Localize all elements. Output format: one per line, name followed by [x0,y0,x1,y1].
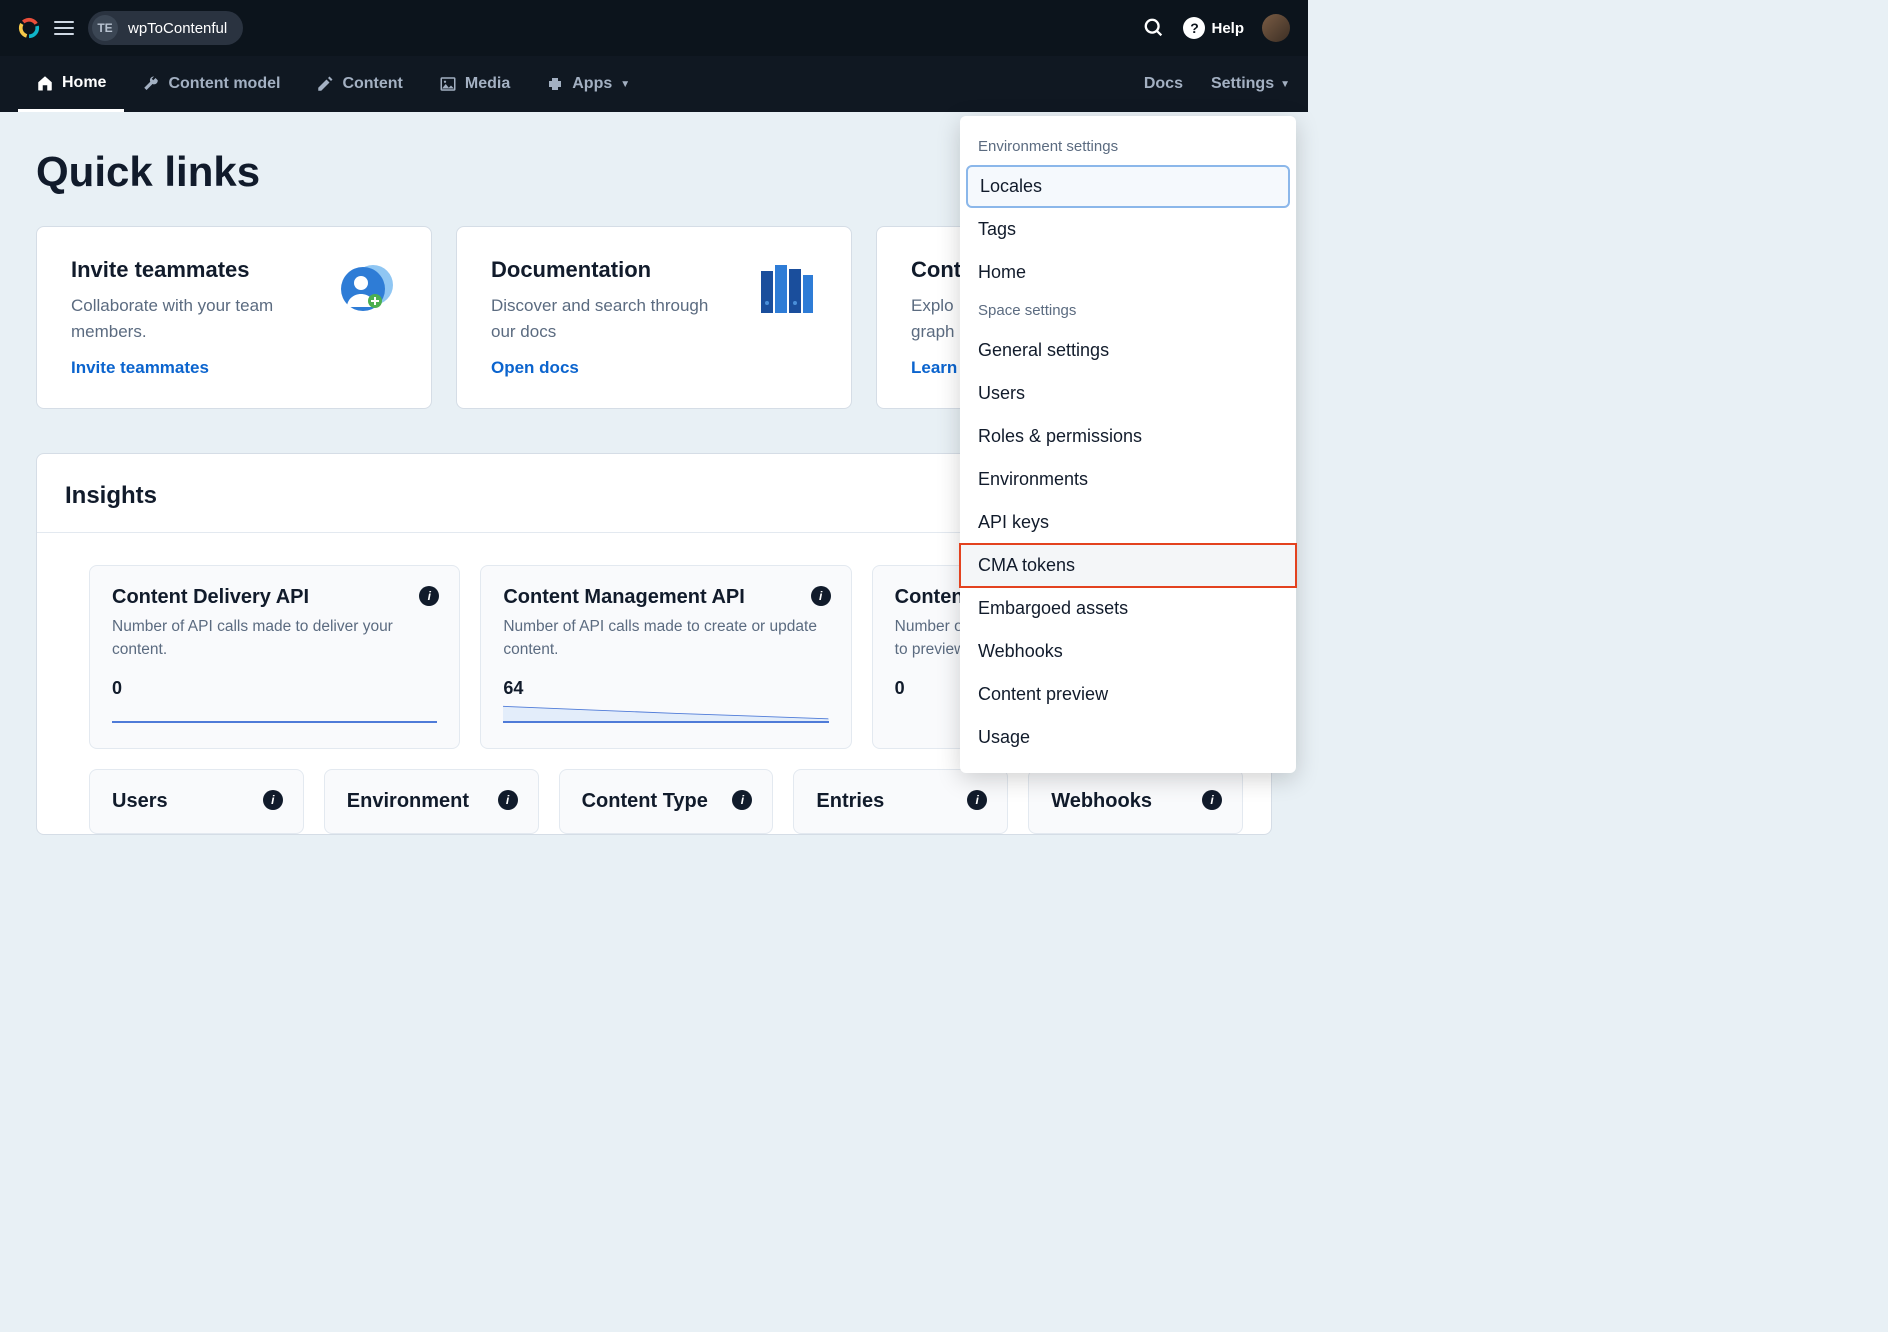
metric-webhooks: i Webhooks [1028,769,1243,834]
teammates-icon [333,257,397,321]
pen-icon [316,75,334,93]
metric-title: Users [112,790,281,813]
dropdown-item-cma-tokens[interactable]: CMA tokens [960,544,1296,587]
dropdown-item-embargoed[interactable]: Embargoed assets [960,587,1296,630]
metric-title: Content Type [582,790,751,813]
wrench-icon [142,75,160,93]
metric-title: Environment [347,790,516,813]
help-button[interactable]: ? Help [1183,17,1244,39]
dropdown-section-env: Environment settings [960,130,1296,165]
docs-label: Docs [1144,75,1183,93]
sparkline [503,705,828,723]
dropdown-item-usage[interactable]: Usage [960,716,1296,759]
nav-docs[interactable]: Docs [1144,75,1183,93]
card-link[interactable]: Open docs [491,358,579,377]
metric-users: i Users [89,769,304,834]
insight-title: Content Management API [503,586,828,609]
insight-cda: i Content Delivery API Number of API cal… [89,565,460,749]
space-name: wpToContenful [128,20,227,37]
metric-content-type: i Content Type [559,769,774,834]
dropdown-item-roles[interactable]: Roles & permissions [960,415,1296,458]
metric-title: Entries [816,790,985,813]
nav-media[interactable]: Media [421,56,528,112]
dropdown-item-webhooks[interactable]: Webhooks [960,630,1296,673]
card-link[interactable]: Invite teammates [71,358,209,377]
dropdown-item-users[interactable]: Users [960,372,1296,415]
info-icon[interactable]: i [811,586,831,606]
dropdown-item-locales[interactable]: Locales [966,165,1290,208]
dropdown-item-environments[interactable]: Environments [960,458,1296,501]
metric-title: Webhooks [1051,790,1220,813]
dropdown-section-space: Space settings [960,294,1296,329]
card-desc: Explo graph [911,293,961,344]
nav-apps[interactable]: Apps ▼ [528,56,648,112]
topbar: TE wpToContenful ? Help [0,0,1308,56]
topbar-left: TE wpToContenful [18,11,243,45]
navbar-left: Home Content model Content Media Apps ▼ [18,56,648,112]
card-documentation: Documentation Discover and search throug… [456,226,852,409]
menu-icon[interactable] [54,21,74,35]
nav-label: Content [342,75,402,93]
chevron-down-icon: ▼ [620,79,630,90]
avatar[interactable] [1262,14,1290,42]
home-icon [36,74,54,92]
card-title: Cont [911,257,961,283]
settings-label: Settings [1211,75,1274,93]
insight-desc: Number of API calls made to deliver your… [112,615,437,662]
insight-value: 64 [503,678,828,699]
dropdown-item-home[interactable]: Home [960,251,1296,294]
contentful-logo [18,17,40,39]
card-desc: Discover and search through our docs [491,293,733,344]
books-icon [753,257,817,321]
card-desc: Collaborate with your team members. [71,293,313,344]
card-invite-teammates: Invite teammates Collaborate with your t… [36,226,432,409]
dropdown-item-content-preview[interactable]: Content preview [960,673,1296,716]
sparkline [112,705,437,723]
card-title: Invite teammates [71,257,313,283]
nav-label: Home [62,74,106,92]
dropdown-item-tags[interactable]: Tags [960,208,1296,251]
info-icon[interactable]: i [967,790,987,810]
search-icon[interactable] [1143,17,1165,39]
dropdown-item-api-keys[interactable]: API keys [960,501,1296,544]
nav-settings[interactable]: Settings ▼ [1211,75,1290,93]
chevron-down-icon: ▼ [1280,79,1290,90]
topbar-right: ? Help [1143,14,1290,42]
puzzle-icon [546,75,564,93]
nav-content-model[interactable]: Content model [124,56,298,112]
info-icon[interactable]: i [263,790,283,810]
insight-desc: Number of API calls made to create or up… [503,615,828,662]
nav-content[interactable]: Content [298,56,420,112]
insight-value: 0 [112,678,437,699]
metric-environment: i Environment [324,769,539,834]
nav-home[interactable]: Home [18,56,124,112]
nav-label: Content model [168,75,280,93]
nav-label: Apps [572,75,612,93]
image-icon [439,75,457,93]
settings-dropdown: Environment settings Locales Tags Home S… [960,116,1296,773]
info-icon[interactable]: i [1202,790,1222,810]
nav-label: Media [465,75,510,93]
navbar: Home Content model Content Media Apps ▼ … [0,56,1308,112]
insight-cma: i Content Management API Number of API c… [480,565,851,749]
metric-entries: i Entries [793,769,1008,834]
insight-title: Content Delivery API [112,586,437,609]
navbar-right: Docs Settings ▼ [1144,75,1290,93]
help-label: Help [1211,20,1244,37]
card-link[interactable]: Learn [911,358,957,377]
info-icon[interactable]: i [498,790,518,810]
card-title: Documentation [491,257,733,283]
help-icon: ? [1183,17,1205,39]
dropdown-item-general-settings[interactable]: General settings [960,329,1296,372]
space-selector[interactable]: TE wpToContenful [88,11,243,45]
info-icon[interactable]: i [732,790,752,810]
space-initials: TE [92,15,118,41]
